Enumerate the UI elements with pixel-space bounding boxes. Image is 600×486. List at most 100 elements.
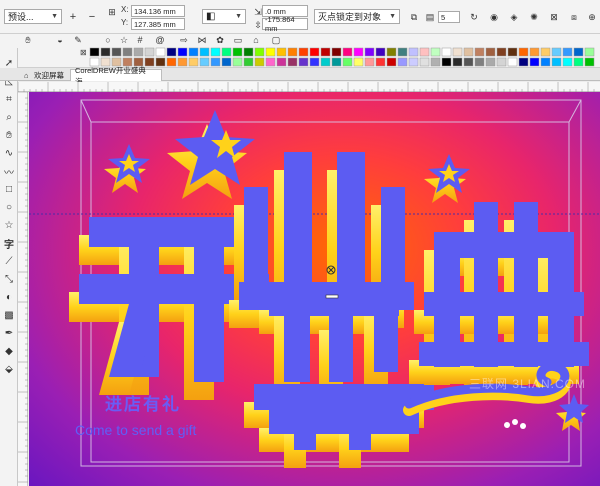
color-swatch bbox=[375, 47, 386, 57]
ellipse-tool-icon[interactable]: ○ bbox=[2, 200, 16, 214]
polygon-tool-icon[interactable]: ☆ bbox=[2, 218, 16, 232]
color-swatch bbox=[474, 47, 485, 57]
color-swatch bbox=[287, 47, 298, 57]
vanishing-y-field[interactable]: -175.864 mm bbox=[262, 15, 308, 33]
color-swatch bbox=[166, 57, 177, 67]
steps-field[interactable]: 5 bbox=[438, 11, 460, 23]
blend-tool-icon[interactable]: ◐ bbox=[2, 290, 16, 304]
artistic-media-icon[interactable]: 〰 bbox=[2, 164, 16, 179]
color-swatch bbox=[254, 47, 265, 57]
watermark-text: 三联网 3LIAN.COM bbox=[469, 377, 587, 391]
color-swatch bbox=[265, 57, 276, 67]
freehand-tool-icon[interactable]: ∿ bbox=[2, 146, 16, 160]
extrusion-type-dropdown[interactable]: ◧ ▼ bbox=[202, 9, 246, 24]
minus-icon[interactable]: − bbox=[84, 9, 100, 25]
color-swatch bbox=[485, 47, 496, 57]
fill-tool-icon[interactable]: ⬙ bbox=[2, 362, 16, 376]
parallel-dimension-icon[interactable]: ⟋ bbox=[2, 254, 16, 268]
color-swatch bbox=[529, 57, 540, 67]
color-swatch bbox=[100, 47, 111, 57]
color-swatch bbox=[188, 47, 199, 57]
connector-tool-icon[interactable]: ⤡ bbox=[2, 272, 16, 286]
color-swatch bbox=[111, 47, 122, 57]
color-swatch bbox=[463, 47, 474, 57]
lighting-icon[interactable]: ✺ bbox=[526, 9, 542, 25]
color-swatch bbox=[584, 47, 595, 57]
color-swatch bbox=[353, 47, 364, 57]
color-swatch bbox=[353, 57, 364, 67]
color-swatch bbox=[144, 47, 155, 57]
color-swatch bbox=[155, 47, 166, 57]
color-swatch bbox=[199, 47, 210, 57]
steps-icon: ▤ bbox=[425, 11, 435, 22]
dropdown-caret-icon: ▼ bbox=[235, 13, 242, 20]
color-swatch bbox=[463, 57, 474, 67]
bevel-icon[interactable]: ◈ bbox=[506, 9, 522, 25]
copy-vanishing-icon[interactable]: ⧉ bbox=[406, 9, 422, 25]
zoom-tool-icon[interactable]: ⌕ bbox=[2, 110, 16, 124]
color-swatch bbox=[441, 57, 452, 67]
transparency-tool-icon[interactable]: ▩ bbox=[2, 308, 16, 322]
color-swatch bbox=[540, 47, 551, 57]
tab-document[interactable]: CorelDREW开业盛典海... bbox=[70, 66, 162, 86]
vanishing-point-dropdown[interactable]: 灭点锁定到对象 ▼ bbox=[314, 9, 400, 24]
more-options-icon[interactable]: ⊕ bbox=[584, 9, 600, 25]
interactive-fill-icon[interactable]: ◆ bbox=[2, 344, 16, 358]
color-swatch bbox=[496, 47, 507, 57]
color-swatch bbox=[177, 57, 188, 67]
secondary-toolbar: ✋︎ ◒ ✎ ○ ☆ # @ ⇨ ⋈ ✿ ▭ ⌂ ▢ bbox=[0, 34, 600, 46]
document-tabs: ⌂ 欢迎屏幕 CorelDREW开业盛典海... bbox=[0, 66, 600, 86]
color-swatch bbox=[386, 47, 397, 57]
color-swatch bbox=[133, 47, 144, 57]
rectangle-tool-icon[interactable]: □ bbox=[2, 182, 16, 196]
color-icon[interactable]: ◉ bbox=[486, 9, 502, 25]
color-swatch bbox=[298, 47, 309, 57]
ruler-ticks bbox=[17, 82, 595, 92]
property-bar: 预设... ▼ + − ⊞ X: 134.136 mm Y: 127.385 m… bbox=[0, 0, 600, 34]
extrusion-shape-icon: ◧ bbox=[206, 11, 216, 22]
clear-extrude-icon[interactable]: ⊠ bbox=[546, 9, 562, 25]
color-swatch bbox=[430, 47, 441, 57]
color-swatch bbox=[441, 47, 452, 57]
color-swatch bbox=[276, 57, 287, 67]
color-swatch bbox=[155, 57, 166, 67]
rotate-icon[interactable]: ↻ bbox=[466, 9, 482, 25]
preset-dropdown-value: 预设... bbox=[8, 12, 34, 22]
x-position-field[interactable]: 134.136 mm bbox=[131, 5, 185, 17]
color-swatch bbox=[562, 57, 573, 67]
color-swatch bbox=[309, 47, 320, 57]
preset-dropdown[interactable]: 预设... ▼ bbox=[4, 9, 62, 24]
color-swatch bbox=[507, 47, 518, 57]
eyedropper-tool-icon[interactable]: ✒ bbox=[2, 326, 16, 340]
color-swatch bbox=[221, 47, 232, 57]
color-swatch bbox=[342, 57, 353, 67]
tab-welcome[interactable]: 欢迎屏幕 bbox=[30, 69, 68, 81]
x-label: X: bbox=[121, 5, 129, 14]
star-small-left bbox=[104, 144, 150, 193]
vertical-ruler[interactable] bbox=[18, 91, 28, 486]
pan-tool-icon[interactable]: ✋︎ bbox=[2, 128, 16, 142]
color-swatch bbox=[507, 57, 518, 67]
crop-tool-icon[interactable]: ⌗ bbox=[2, 92, 16, 106]
color-swatch bbox=[89, 47, 100, 57]
y-position-field[interactable]: 127.385 mm bbox=[131, 18, 185, 30]
object-origin-icon[interactable]: ⊞ bbox=[104, 4, 120, 20]
text-tool-icon[interactable]: 字 bbox=[2, 236, 16, 251]
dropdown-caret-icon: ▼ bbox=[51, 13, 58, 20]
color-swatch bbox=[320, 47, 331, 57]
color-swatch bbox=[518, 47, 529, 57]
toolbox: ➚ ◺ ⌗ ⌕ ✋︎ ∿ 〰 □ ○ ☆ 字 ⟋ ⤡ ◐ ▩ ✒ ◆ ⬙ bbox=[0, 48, 18, 486]
plus-icon[interactable]: + bbox=[65, 9, 81, 25]
color-swatch bbox=[232, 57, 243, 67]
color-swatch bbox=[397, 57, 408, 67]
star-small-right bbox=[424, 154, 470, 203]
color-swatch bbox=[529, 47, 540, 57]
color-swatch bbox=[331, 47, 342, 57]
drawing-canvas[interactable]: 进店有礼 Come to send a gift 三联网 3LIAN.COM bbox=[29, 92, 600, 486]
color-swatch bbox=[232, 47, 243, 57]
color-swatch bbox=[375, 57, 386, 67]
horizontal-ruler[interactable] bbox=[17, 82, 600, 92]
color-swatch bbox=[485, 57, 496, 67]
color-swatch bbox=[364, 47, 375, 57]
copy-extrude-icon[interactable]: ⧈ bbox=[566, 9, 582, 25]
